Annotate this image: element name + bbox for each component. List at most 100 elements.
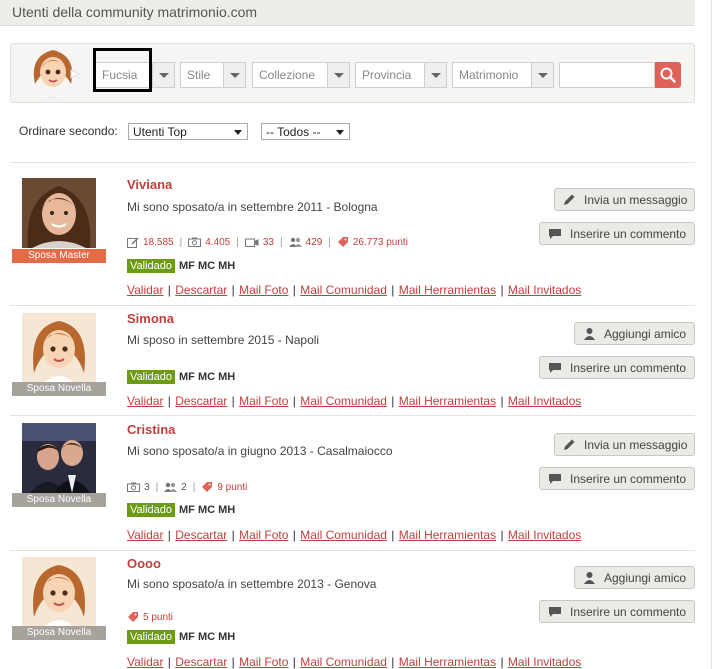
- color-filter-select[interactable]: Fucsia: [95, 62, 175, 88]
- add-comment-button[interactable]: Inserire un commento: [539, 600, 695, 623]
- validated-badge: Validado: [127, 503, 175, 517]
- pencil-icon: [564, 194, 575, 205]
- add-comment-label: Inserire un commento: [570, 226, 687, 241]
- user-photo[interactable]: [22, 178, 96, 248]
- mail-invitados-link[interactable]: Mail Invitados: [508, 528, 581, 542]
- send-message-label: Invia un messaggio: [584, 437, 688, 452]
- points-stat: 26.773 punti: [337, 236, 408, 248]
- rank-badge: Sposa Novella: [12, 626, 106, 640]
- tag-icon: [337, 237, 348, 247]
- user-photo[interactable]: [22, 557, 96, 627]
- user-photo-image: [22, 178, 96, 248]
- photos-stat: 3: [127, 482, 150, 493]
- page-title: Utenti della community matrimonio.com: [12, 4, 258, 20]
- photos-stat: 4.405: [188, 237, 230, 248]
- validation-tags: MF MC MH: [179, 260, 236, 272]
- descartar-link[interactable]: Descartar: [175, 528, 227, 542]
- add-comment-label: Inserire un commento: [570, 604, 687, 619]
- pencil-icon: [564, 439, 575, 450]
- descartar-link[interactable]: Descartar: [175, 394, 227, 408]
- chevron-down-icon[interactable]: [424, 63, 446, 87]
- mail-foto-link[interactable]: Mail Foto: [239, 394, 288, 408]
- validation-tags: MF MC MH: [179, 371, 236, 383]
- validar-link[interactable]: Validar: [127, 655, 163, 669]
- mail-invitados-link[interactable]: Mail Invitados: [508, 394, 581, 408]
- user-icon: [584, 572, 595, 584]
- admin-links: Validar | Descartar | Mail Foto | Mail C…: [127, 283, 582, 297]
- sort-primary-value: Utenti Top: [133, 125, 187, 139]
- search-icon: [660, 67, 676, 83]
- user-icon: [584, 328, 595, 340]
- send-message-button[interactable]: Invia un messaggio: [554, 188, 695, 211]
- mail-herramientas-link[interactable]: Mail Herramientas: [399, 283, 496, 297]
- chevron-down-icon[interactable]: [327, 63, 349, 87]
- send-message-button[interactable]: Invia un messaggio: [554, 433, 695, 456]
- style-filter-select[interactable]: Stile: [180, 62, 246, 88]
- user-photo[interactable]: [22, 313, 96, 383]
- sort-secondary-value: -- Todos --: [266, 125, 321, 139]
- mail-invitados-link[interactable]: Mail Invitados: [508, 283, 581, 297]
- user-name[interactable]: Oooo: [127, 556, 161, 571]
- user-photo[interactable]: [22, 423, 96, 493]
- comment-icon: [549, 606, 561, 617]
- collection-filter-value: Collezione: [259, 68, 316, 82]
- friends-stat: 2: [164, 482, 187, 493]
- sort-primary-select[interactable]: Utenti Top: [128, 123, 248, 140]
- mail-foto-link[interactable]: Mail Foto: [239, 283, 288, 297]
- mail-herramientas-link[interactable]: Mail Herramientas: [399, 655, 496, 669]
- chevron-down-icon[interactable]: [531, 63, 553, 87]
- videos-count: 33: [262, 236, 274, 248]
- search-input[interactable]: [559, 62, 655, 88]
- admin-links: Validar | Descartar | Mail Foto | Mail C…: [127, 528, 582, 542]
- search-button[interactable]: [655, 62, 681, 88]
- chevron-down-icon[interactable]: [223, 63, 245, 87]
- validated-badge: Validado: [127, 630, 175, 644]
- add-friend-button[interactable]: Aggiungi amico: [574, 566, 695, 589]
- mail-comunidad-link[interactable]: Mail Comunidad: [300, 655, 387, 669]
- add-friend-button[interactable]: Aggiungi amico: [574, 322, 695, 345]
- camera-icon: [127, 482, 140, 492]
- rank-badge: Sposa Novella: [12, 382, 106, 396]
- mail-comunidad-link[interactable]: Mail Comunidad: [300, 528, 387, 542]
- validation-row: Validado MF MC MH: [127, 630, 235, 644]
- sort-secondary-select[interactable]: -- Todos --: [261, 123, 350, 140]
- friends-count: 429: [305, 236, 323, 248]
- mail-herramientas-link[interactable]: Mail Herramientas: [399, 394, 496, 408]
- wedding-filter-value: Matrimonio: [459, 68, 519, 82]
- friends-count: 2: [181, 481, 187, 493]
- add-comment-button[interactable]: Inserire un commento: [539, 467, 695, 490]
- mail-invitados-link[interactable]: Mail Invitados: [508, 655, 581, 669]
- validar-link[interactable]: Validar: [127, 394, 163, 408]
- validar-link[interactable]: Validar: [127, 283, 163, 297]
- add-comment-button[interactable]: Inserire un commento: [539, 356, 695, 379]
- mail-foto-link[interactable]: Mail Foto: [239, 655, 288, 669]
- comment-icon: [549, 362, 561, 373]
- user-name[interactable]: Cristina: [127, 422, 175, 437]
- bride-avatar-icon: [33, 50, 81, 102]
- chevron-down-icon[interactable]: [152, 63, 174, 87]
- posts-count: 18.585: [143, 236, 174, 248]
- wedding-filter-select[interactable]: Matrimonio: [452, 62, 554, 88]
- tag-icon: [128, 612, 138, 622]
- mail-comunidad-link[interactable]: Mail Comunidad: [300, 394, 387, 408]
- rank-badge: Sposa Novella: [12, 493, 106, 507]
- validar-link[interactable]: Validar: [127, 528, 163, 542]
- add-comment-button[interactable]: Inserire un commento: [539, 222, 695, 245]
- chevron-down-icon: [234, 130, 242, 135]
- friends-stat: 429: [288, 236, 323, 248]
- user-name[interactable]: Viviana: [127, 177, 172, 192]
- points-count: 9 punti: [217, 481, 248, 493]
- user-name[interactable]: Simona: [127, 311, 174, 326]
- page-header: Utenti della community matrimonio.com: [0, 0, 695, 26]
- mail-foto-link[interactable]: Mail Foto: [239, 528, 288, 542]
- descartar-link[interactable]: Descartar: [175, 283, 227, 297]
- province-filter-select[interactable]: Provincia: [355, 62, 447, 88]
- edit-icon: [127, 236, 139, 248]
- mail-herramientas-link[interactable]: Mail Herramientas: [399, 528, 496, 542]
- users-icon: [288, 237, 302, 247]
- descartar-link[interactable]: Descartar: [175, 655, 227, 669]
- validation-row: Validado MF MC MH: [127, 370, 235, 384]
- collection-filter-select[interactable]: Collezione: [252, 62, 350, 88]
- mail-comunidad-link[interactable]: Mail Comunidad: [300, 283, 387, 297]
- validation-tags: MF MC MH: [179, 631, 236, 643]
